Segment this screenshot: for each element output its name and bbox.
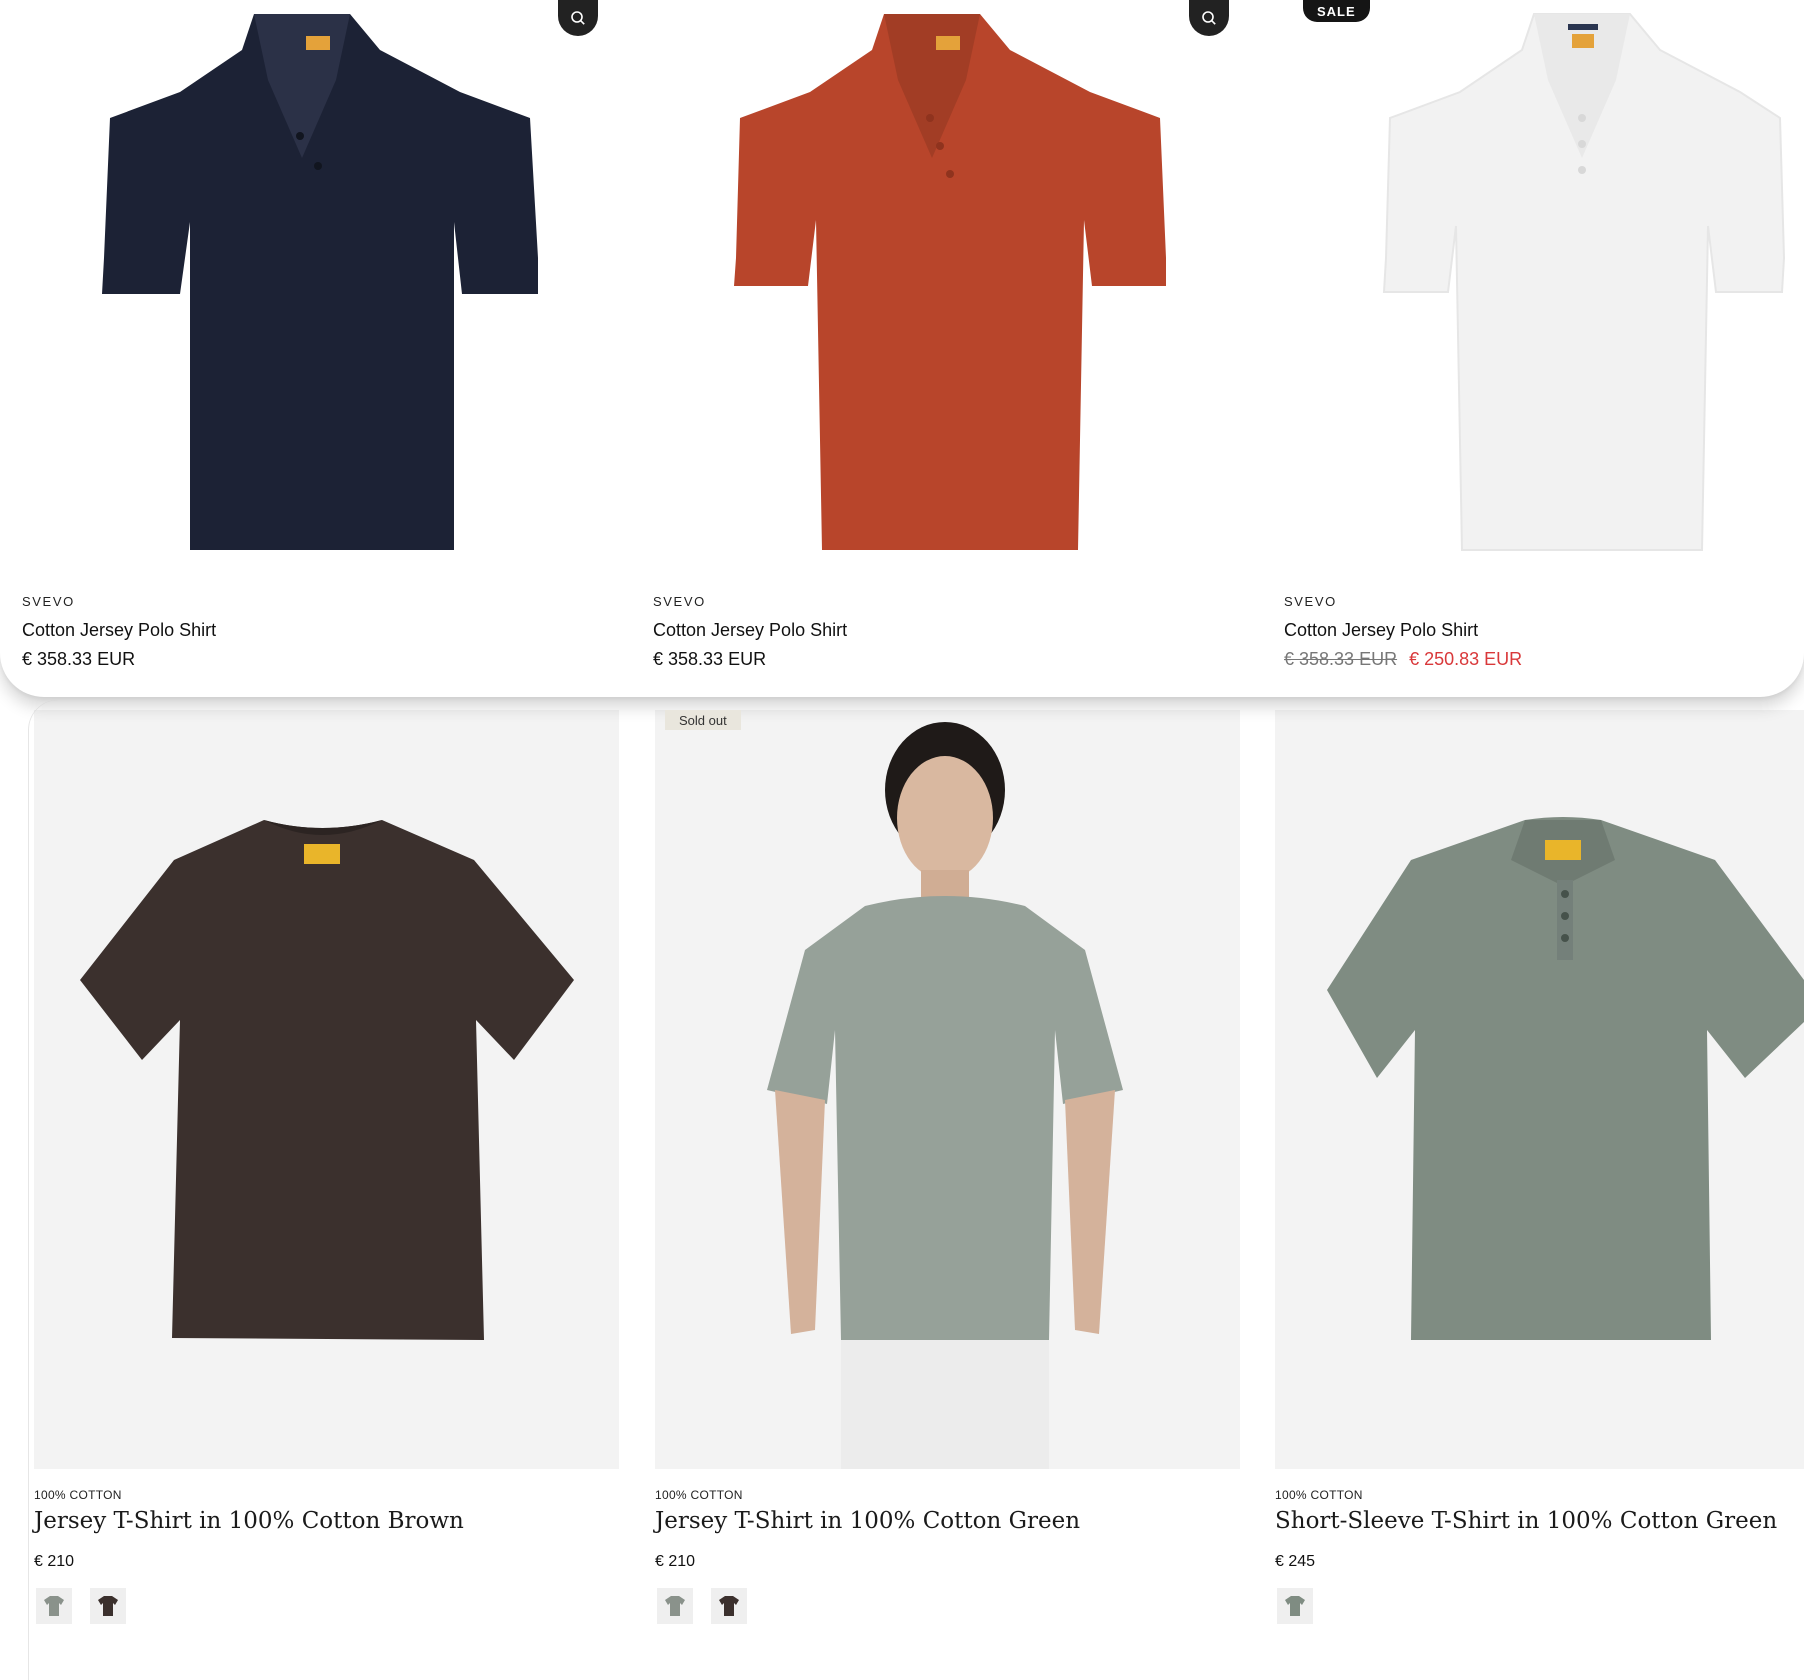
product-brand: SVEVO xyxy=(653,594,706,609)
product-title[interactable]: Cotton Jersey Polo Shirt xyxy=(22,620,216,641)
product-price: € 358.33 EUR € 250.83 EUR xyxy=(1284,649,1522,670)
featured-products-card: SVEVO Cotton Jersey Polo Shirt € 358.33 … xyxy=(0,0,1804,697)
product-card-polo-white[interactable]: SALE SVEVO Cotton Jersey Polo Shirt € 35… xyxy=(1260,0,1804,697)
product-price: € 358.33 EUR xyxy=(22,649,136,669)
product-card-polo-rust[interactable]: SVEVO Cotton Jersey Polo Shirt € 358.33 … xyxy=(630,0,1230,697)
product-grid-frame xyxy=(28,700,1804,1680)
product-title[interactable]: Cotton Jersey Polo Shirt xyxy=(1284,620,1478,641)
product-brand: SVEVO xyxy=(1284,594,1337,609)
sale-price: € 250.83 EUR xyxy=(1409,649,1523,669)
magnifier-icon xyxy=(1202,11,1216,25)
product-title[interactable]: Cotton Jersey Polo Shirt xyxy=(653,620,847,641)
magnifier-icon xyxy=(571,11,585,25)
sale-badge: SALE xyxy=(1303,0,1370,22)
product-brand: SVEVO xyxy=(22,594,75,609)
product-card-polo-navy[interactable]: SVEVO Cotton Jersey Polo Shirt € 358.33 … xyxy=(0,0,600,697)
product-image-navy-polo[interactable] xyxy=(0,0,600,570)
product-image-white-polo[interactable] xyxy=(1260,0,1804,570)
product-price: € 358.33 EUR xyxy=(653,649,767,669)
product-image-rust-polo[interactable] xyxy=(630,0,1230,570)
original-price: € 358.33 EUR xyxy=(1284,649,1398,669)
sold-out-badge: Sold out xyxy=(665,710,741,730)
